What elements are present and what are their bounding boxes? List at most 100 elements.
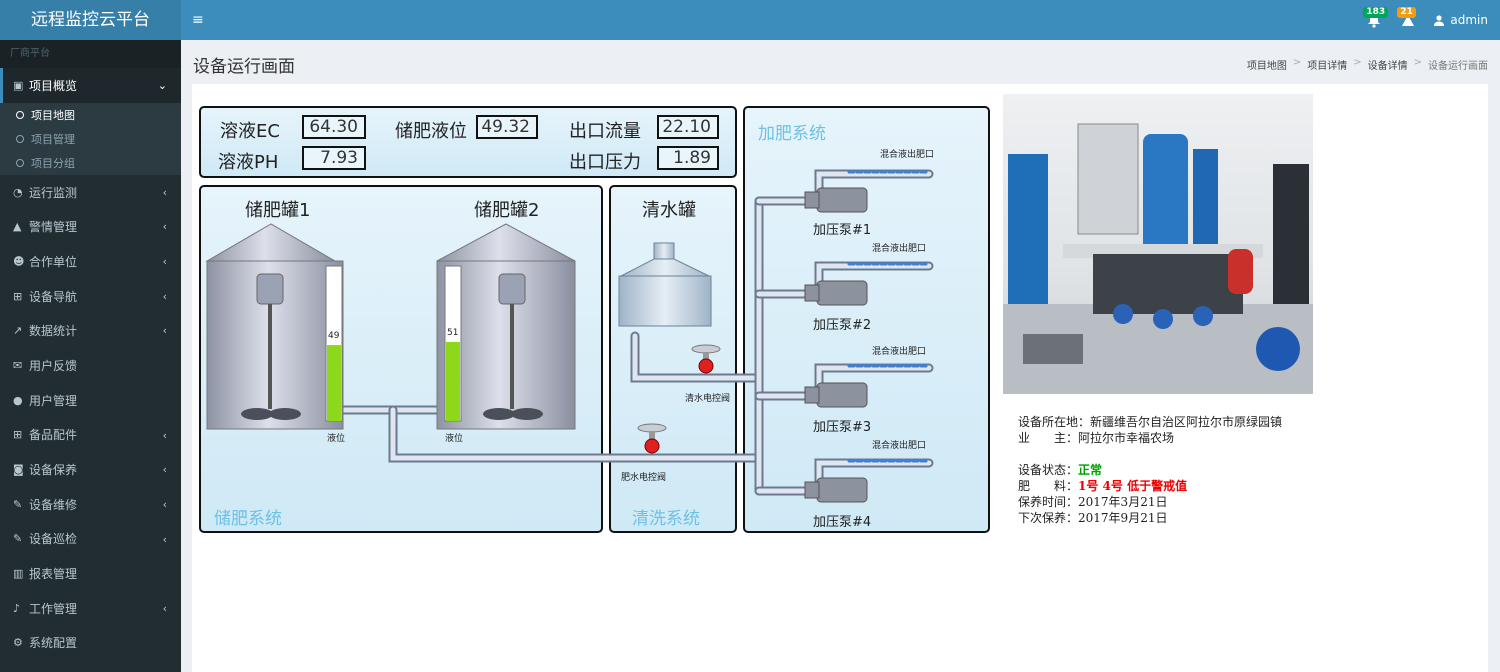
water-valve[interactable] xyxy=(691,344,721,374)
chevron-left-icon: ‹ xyxy=(162,289,167,303)
scada-diagram: 溶液EC 64.30 溶液PH 7.93 储肥液位 49.32 出口流量 22.… xyxy=(199,106,991,534)
process-pipes-svg xyxy=(205,169,934,503)
breadcrumb-item[interactable]: 项目地图 xyxy=(1247,57,1287,72)
water-valve-label: 清水电控阀 xyxy=(685,394,731,404)
sidebar-item-label: 警情管理 xyxy=(29,220,78,235)
sidebar-item-alarms[interactable]: ▲ 警情管理 ‹ xyxy=(0,209,181,244)
sidebar-item-users[interactable]: ● 用户管理 xyxy=(0,383,181,418)
sidebar-item-monitoring[interactable]: ◔ 运行监测 ‹ xyxy=(0,175,181,210)
top-navbar: 远程监控云平台 ≡ 183 21 admin xyxy=(0,0,1500,40)
level-gauge-1 xyxy=(325,265,343,422)
sidebar-item-label: 备品配件 xyxy=(29,428,78,443)
sidebar-subitem-project-manage[interactable]: 项目管理 xyxy=(0,126,181,151)
sidebar-subitem-label: 项目地图 xyxy=(31,108,75,122)
water-tank-label: 清水罐 xyxy=(642,200,696,221)
fertilizing-system-label: 加肥系统 xyxy=(758,124,826,144)
notification-badge: 183 xyxy=(1363,7,1389,18)
bar-chart-icon: ▥ xyxy=(13,567,24,581)
fertilizer-valve[interactable] xyxy=(637,423,667,454)
sitemap-icon: ⊞ xyxy=(13,289,23,303)
circle-icon xyxy=(16,158,24,167)
map-icon: ▣ xyxy=(13,78,24,92)
pump-2-label: 加压泵#2 xyxy=(813,318,872,333)
sidebar-subitem-label: 项目分组 xyxy=(31,156,75,170)
location-label: 设备所在地： xyxy=(1018,415,1091,429)
sidebar-item-reports[interactable]: ▥ 报表管理 xyxy=(0,556,181,591)
chevron-left-icon: ‹ xyxy=(162,255,167,269)
alert-badge: 21 xyxy=(1397,7,1416,18)
chevron-left-icon: ‹ xyxy=(162,324,167,338)
fertilizer-value: 1号 4号 低于警戒值 xyxy=(1078,479,1188,493)
sidebar-item-feedback[interactable]: ✉ 用户反馈 xyxy=(0,348,181,383)
owner-value: 阿拉尔市幸福农场 xyxy=(1078,431,1175,445)
breadcrumb-item[interactable]: 设备详情 xyxy=(1368,57,1408,72)
tank1-label: 储肥罐1 xyxy=(245,200,311,221)
outlet-label: 混合液出肥口 xyxy=(880,150,935,160)
cleaning-system-label: 清洗系统 xyxy=(632,509,700,529)
sidebar: 厂商平台 ▣ 项目概览 ⌄ 项目地图 项目管理 项目分组 ◔ 运行监测 ‹ ▲ 警情管… xyxy=(0,40,181,672)
level-gauge-2 xyxy=(444,265,462,422)
equipment-photo-drawing xyxy=(1003,123,1313,394)
fertilizer-label: 肥 料： xyxy=(1018,479,1079,493)
chevron-left-icon: ‹ xyxy=(162,185,167,199)
wrench-icon: ✎ xyxy=(13,497,23,511)
user-icon xyxy=(1434,14,1445,26)
device-info: 设备所在地：新疆维吾尔自治区阿拉尔市原绿园镇 业 主：阿拉尔市幸福农场 设备状态… xyxy=(1018,414,1282,526)
location-value: 新疆维吾尔自治区阿拉尔市原绿园镇 xyxy=(1090,415,1283,429)
alerts-button[interactable]: 21 xyxy=(1397,7,1416,30)
sidebar-item-label: 用户反馈 xyxy=(29,358,78,373)
sidebar-item-system-config[interactable]: ⚙ 系统配置 xyxy=(0,626,181,661)
breadcrumb-separator-icon: > xyxy=(1353,57,1362,68)
sidebar-subitem-project-group[interactable]: 项目分组 xyxy=(0,150,181,175)
circle-icon xyxy=(16,110,24,119)
sidebar-item-work[interactable]: ♪ 工作管理 ‹ xyxy=(0,591,181,626)
sidebar-subitem-project-map[interactable]: 项目地图 xyxy=(0,102,181,127)
chevron-left-icon: ‹ xyxy=(162,532,167,546)
dashboard-icon: ◔ xyxy=(13,185,23,199)
sidebar-item-label: 报表管理 xyxy=(29,567,78,582)
notifications-button[interactable]: 183 xyxy=(1363,7,1389,30)
camera-icon: ◙ xyxy=(13,463,24,477)
pump-1-label: 加压泵#1 xyxy=(813,223,872,238)
owner-row: 业 主：阿拉尔市幸福农场 xyxy=(1018,430,1282,446)
envelope-icon: ✉ xyxy=(13,358,23,372)
pump-3-label: 加压泵#3 xyxy=(813,420,872,435)
outlet-label: 混合液出肥口 xyxy=(872,441,927,451)
status-row: 设备状态：正常 xyxy=(1018,462,1282,478)
chevron-down-icon: ⌄ xyxy=(157,79,167,92)
sidebar-item-inspection[interactable]: ✎ 设备巡检 ‹ xyxy=(0,522,181,557)
sidebar-item-partners[interactable]: ☻ 合作单位 ‹ xyxy=(0,244,181,279)
outlet-label: 混合液出肥口 xyxy=(872,244,927,254)
wrench-icon: ✎ xyxy=(13,532,23,546)
sidebar-item-label: 数据统计 xyxy=(29,324,78,339)
user-menu[interactable]: admin xyxy=(1434,13,1488,27)
app-logo[interactable]: 远程监控云平台 xyxy=(0,0,181,40)
breadcrumb-item[interactable]: 项目详情 xyxy=(1307,57,1347,72)
owner-label: 业 主： xyxy=(1018,431,1079,445)
breadcrumb-separator-icon: > xyxy=(1413,57,1422,68)
sidebar-item-label: 用户管理 xyxy=(29,393,78,408)
tank2-level-value: 51 xyxy=(447,327,459,338)
fertilizer-row: 肥 料：1号 4号 低于警戒值 xyxy=(1018,478,1282,494)
page-title: 设备运行画面 xyxy=(193,57,295,77)
chevron-left-icon: ‹ xyxy=(162,497,167,511)
sidebar-item-label: 项目概览 xyxy=(29,78,78,93)
sidebar-item-maintenance[interactable]: ◙ 设备保养 ‹ xyxy=(0,452,181,487)
users-icon: ☻ xyxy=(13,254,25,268)
sidebar-item-repair[interactable]: ✎ 设备维修 ‹ xyxy=(0,487,181,522)
status-label: 设备状态： xyxy=(1018,463,1079,477)
sidebar-item-project-overview[interactable]: ▣ 项目概览 ⌄ xyxy=(0,68,181,103)
equipment-photo xyxy=(1003,94,1313,394)
next-maintenance-row: 下次保养：2017年9月21日 xyxy=(1018,510,1282,526)
sidebar-item-device-nav[interactable]: ⊞ 设备导航 ‹ xyxy=(0,279,181,314)
maintenance-row: 保养时间：2017年3月21日 xyxy=(1018,494,1282,510)
next-maintenance-label: 下次保养： xyxy=(1018,511,1079,525)
sidebar-item-statistics[interactable]: ↗ 数据统计 ‹ xyxy=(0,313,181,348)
chevron-left-icon: ‹ xyxy=(162,463,167,477)
sidebar-toggle-icon[interactable]: ≡ xyxy=(192,12,204,28)
maintenance-value: 2017年3月21日 xyxy=(1078,495,1168,509)
next-maintenance-value: 2017年9月21日 xyxy=(1078,511,1168,525)
sidebar-item-label: 设备导航 xyxy=(29,289,78,304)
sidebar-item-label: 合作单位 xyxy=(29,254,78,269)
sidebar-item-spare-parts[interactable]: ⊞ 备品配件 ‹ xyxy=(0,418,181,453)
